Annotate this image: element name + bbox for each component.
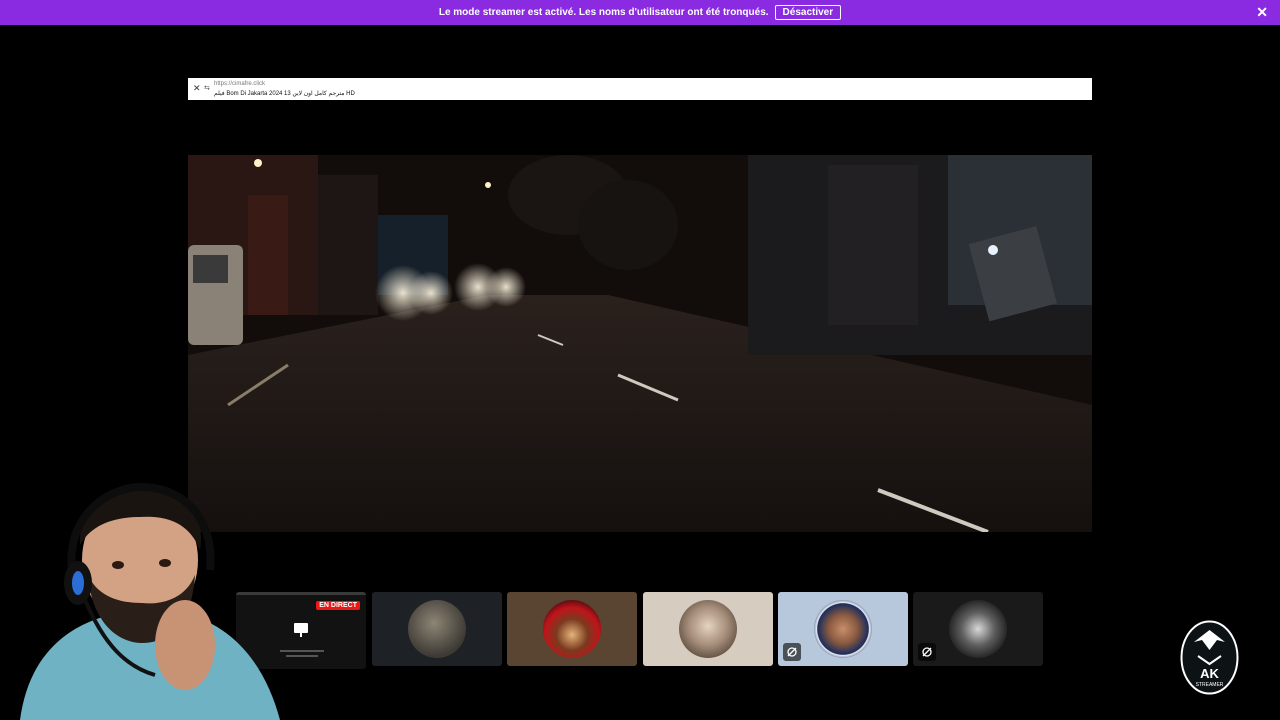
browser-url-bar: ✕ ⇆ https://cimafre.click فيلم Bom Di Ja… xyxy=(188,78,1092,100)
logo-text-top: AK xyxy=(1200,666,1219,681)
url-text[interactable]: https://cimafre.click xyxy=(214,81,265,87)
page-title: فيلم Bom Di Jakarta 2024 13 مترجم كامل ا… xyxy=(214,91,355,97)
disable-streamer-mode-button[interactable]: Désactiver xyxy=(774,5,842,20)
webcam-overlay xyxy=(0,475,280,720)
streamer-webcam xyxy=(20,482,280,720)
tile-participant-6[interactable] xyxy=(913,592,1043,666)
avatar xyxy=(949,600,1007,658)
tile-participant-5[interactable] xyxy=(778,592,908,666)
live-badge: EN DIRECT xyxy=(316,601,360,610)
tile-participant-2[interactable] xyxy=(372,592,502,666)
banner-message: Le mode streamer est activé. Les noms d'… xyxy=(438,7,769,18)
tile-participant-4[interactable] xyxy=(643,592,773,666)
tile-participant-3[interactable] xyxy=(507,592,637,666)
video-frame xyxy=(188,155,1092,532)
close-tab-icon[interactable]: ✕ xyxy=(193,83,201,94)
avatar xyxy=(679,600,737,658)
logo-text-bottom: STREAMER xyxy=(1196,682,1224,688)
close-icon[interactable]: ✕ xyxy=(1256,4,1268,20)
muted-icon xyxy=(918,643,936,661)
channel-logo: AK STREAMER xyxy=(1180,620,1239,695)
logo-emblem: AK STREAMER xyxy=(1180,620,1239,695)
muted-icon xyxy=(783,643,801,661)
avatar xyxy=(543,600,601,658)
avatar xyxy=(814,600,872,658)
tune-icon[interactable]: ⇆ xyxy=(204,84,210,92)
video-player[interactable] xyxy=(188,155,1092,532)
avatar xyxy=(408,600,466,658)
streamer-mode-banner: Le mode streamer est activé. Les noms d'… xyxy=(0,0,1280,25)
